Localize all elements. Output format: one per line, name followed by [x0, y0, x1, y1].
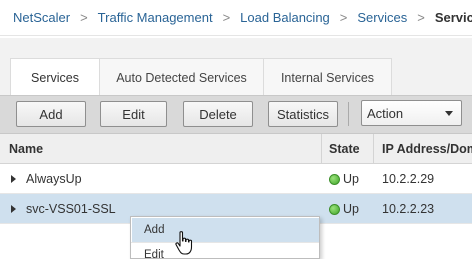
row-state: Up	[329, 194, 373, 224]
context-menu: Add Edit	[130, 216, 320, 259]
breadcrumb-netscaler[interactable]: NetScaler	[13, 10, 70, 25]
context-menu-edit[interactable]: Edit	[132, 243, 319, 259]
column-header-name[interactable]: Name	[9, 134, 319, 164]
breadcrumb-services[interactable]: Services	[357, 10, 407, 25]
expand-arrow-icon[interactable]	[11, 175, 16, 183]
edit-button[interactable]: Edit	[100, 101, 167, 127]
row-state-label: Up	[343, 202, 359, 216]
tab-bar: Services Auto Detected Services Internal…	[0, 38, 472, 96]
action-dropdown-label: Action	[367, 105, 404, 121]
hand-pointer-cursor-icon	[175, 231, 193, 255]
add-button[interactable]: Add	[16, 101, 86, 127]
breadcrumb-load-balancing[interactable]: Load Balancing	[240, 10, 330, 25]
breadcrumb-separator: >	[417, 10, 425, 25]
row-state-label: Up	[343, 172, 359, 186]
toolbar: Add Edit Delete Statistics Action	[0, 95, 472, 134]
statistics-button[interactable]: Statistics	[268, 101, 338, 127]
chevron-down-icon	[445, 111, 453, 116]
toolbar-divider	[348, 102, 349, 126]
breadcrumb-separator: >	[80, 10, 88, 25]
delete-button[interactable]: Delete	[183, 101, 253, 127]
row-name: AlwaysUp	[26, 172, 82, 186]
breadcrumb-traffic-management[interactable]: Traffic Management	[98, 10, 213, 25]
expand-arrow-icon[interactable]	[11, 205, 16, 213]
table-row[interactable]: AlwaysUp Up 10.2.2.29	[0, 164, 472, 194]
table-header: Name State IP Address/Dom	[0, 134, 472, 164]
breadcrumb: NetScaler > Traffic Management > Load Ba…	[0, 0, 472, 36]
status-up-icon	[329, 173, 340, 185]
column-header-ip-address[interactable]: IP Address/Dom	[373, 134, 472, 164]
context-menu-add[interactable]: Add	[132, 218, 319, 242]
breadcrumb-separator: >	[222, 10, 231, 25]
row-state: Up	[329, 164, 373, 194]
breadcrumb-separator: >	[339, 10, 348, 25]
breadcrumb-current-page: Services	[434, 10, 472, 25]
column-header-state[interactable]: State	[321, 134, 373, 164]
tab-auto-detected-services[interactable]: Auto Detected Services	[99, 58, 264, 96]
tab-services[interactable]: Services	[10, 58, 100, 96]
row-ip-address: 10.2.2.29	[382, 172, 435, 186]
row-ip-address: 10.2.2.23	[382, 202, 435, 216]
action-dropdown[interactable]: Action	[361, 100, 462, 126]
tab-internal-services[interactable]: Internal Services	[263, 58, 392, 96]
status-up-icon	[329, 203, 340, 215]
